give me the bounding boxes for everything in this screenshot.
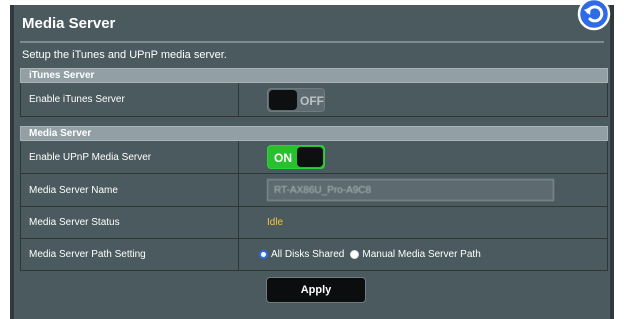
server-status-row: Media Server Status Idle	[20, 207, 608, 239]
toggle-state-text: OFF	[300, 93, 324, 108]
manual-path-option[interactable]: Manual Media Server Path	[350, 249, 481, 260]
page-title: Media Server	[22, 15, 116, 32]
enable-upnp-label: Enable UPnP Media Server	[21, 141, 239, 173]
enable-itunes-row: Enable iTunes Server OFF	[20, 83, 608, 117]
server-name-row: Media Server Name	[20, 174, 608, 207]
toggle-knob	[269, 89, 297, 110]
radio-unselected-icon[interactable]	[350, 250, 360, 259]
path-radio-group: All Disks Shared Manual Media Server Pat…	[259, 249, 487, 260]
back-arrow-icon[interactable]	[577, 0, 611, 31]
path-setting-label: Media Server Path Setting	[21, 239, 239, 270]
server-status-value: Idle	[267, 217, 284, 228]
server-name-label: Media Server Name	[21, 174, 239, 206]
itunes-server-section: iTunes Server Enable iTunes Server OFF	[20, 68, 608, 117]
manual-path-label: Manual Media Server Path	[362, 249, 481, 260]
all-disks-shared-option[interactable]: All Disks Shared	[259, 249, 344, 260]
itunes-toggle[interactable]: OFF	[267, 87, 325, 112]
toggle-state-text: ON	[274, 151, 292, 165]
enable-upnp-row: Enable UPnP Media Server ON	[20, 141, 608, 174]
title-divider	[20, 41, 604, 43]
server-name-input[interactable]	[267, 179, 554, 201]
server-status-label: Media Server Status	[21, 207, 239, 238]
toggle-knob	[297, 147, 323, 167]
apply-button[interactable]: Apply	[266, 277, 366, 303]
itunes-section-header: iTunes Server	[20, 68, 608, 83]
path-setting-row: Media Server Path Setting All Disks Shar…	[20, 239, 608, 271]
enable-itunes-label: Enable iTunes Server	[21, 83, 239, 116]
media-server-panel: Media Server Setup the iTunes and UPnP m…	[10, 0, 614, 319]
radio-selected-icon[interactable]	[259, 250, 268, 259]
media-section-header: Media Server	[20, 126, 608, 141]
all-disks-shared-label: All Disks Shared	[271, 249, 345, 260]
page-subtitle: Setup the iTunes and UPnP media server.	[22, 49, 227, 61]
media-server-section: Media Server Enable UPnP Media Server ON…	[20, 126, 608, 271]
upnp-toggle[interactable]: ON	[267, 145, 325, 169]
